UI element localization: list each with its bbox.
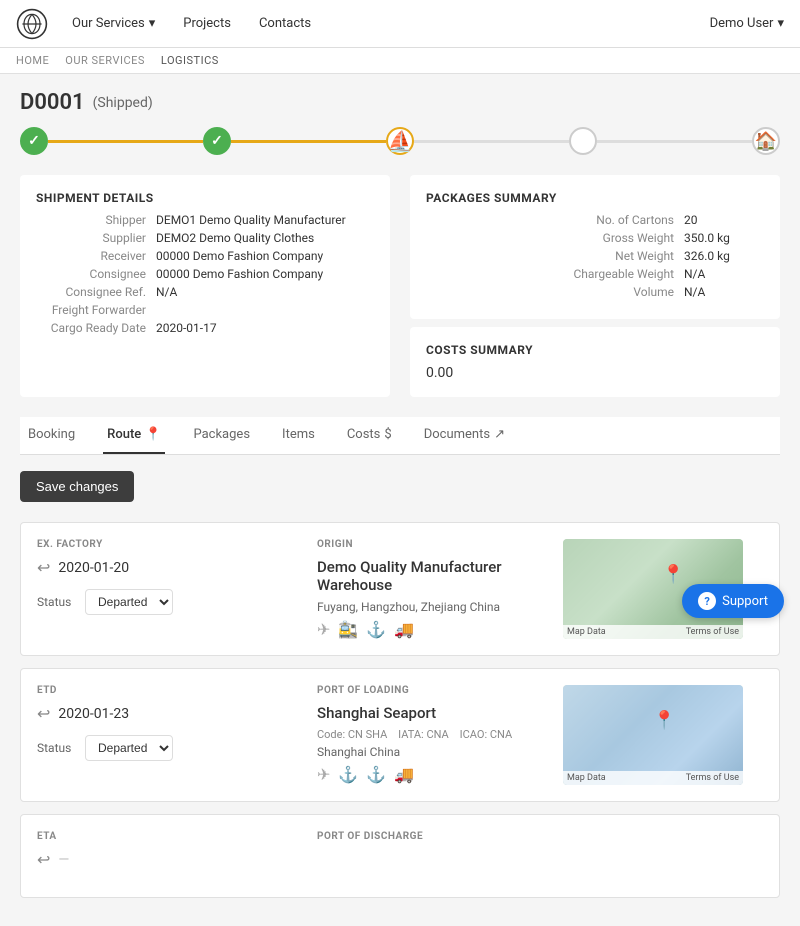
port-loading-map: 📍 Map Data Terms of Use <box>563 685 763 785</box>
shipment-details-panel: SHIPMENT DETAILS Shipper DEMO1 Demo Qual… <box>20 175 390 397</box>
port-of-discharge-middle: PORT OF DISCHARGE <box>297 831 563 881</box>
packages-title: PACKAGES SUMMARY <box>426 191 764 205</box>
progress-step-3 <box>569 127 597 155</box>
tab-items[interactable]: Items <box>278 417 319 454</box>
breadcrumb-our-services[interactable]: OUR SERVICES <box>65 54 145 67</box>
info-grid: SHIPMENT DETAILS Shipper DEMO1 Demo Qual… <box>20 175 780 401</box>
etd-status-select[interactable]: Departed Pending Arrived <box>85 735 173 761</box>
tabs: Booking Route 📍 Packages Items Costs $ D… <box>20 417 780 455</box>
checkmark-icon: ✓ <box>28 133 40 149</box>
right-panels: PACKAGES SUMMARY No. of Cartons 20 Gross… <box>410 175 780 401</box>
detail-consignee-ref: Consignee Ref. N/A <box>36 285 374 299</box>
support-button[interactable]: ? Support <box>682 584 784 618</box>
progress-track: ✓ ✓ ⛵ 🏠 <box>20 127 780 155</box>
chevron-down-icon: ▾ <box>777 16 784 31</box>
tab-packages[interactable]: Packages <box>189 417 254 454</box>
pkg-cartons: No. of Cartons 20 <box>596 213 764 227</box>
breadcrumb: HOME OUR SERVICES LOGISTICS <box>0 48 800 74</box>
eta-date-row: ↩ — <box>37 850 297 869</box>
eta-left: ETA ↩ — <box>37 831 297 881</box>
origin-transport-icons: ✈ 🚉 ⚓ 🚚 <box>317 620 563 639</box>
map-pin-icon: 📍 <box>662 564 684 585</box>
external-link-icon: ↗ <box>494 427 505 442</box>
pkg-net: Net Weight 326.0 kg <box>615 249 764 263</box>
breadcrumb-logistics[interactable]: LOGISTICS <box>161 54 219 67</box>
map-pin-icon-port: 📍 <box>653 710 675 731</box>
port-of-loading-middle: PORT OF LOADING Shanghai Seaport Code: C… <box>297 685 563 785</box>
anchor-icon: ⚓ <box>366 620 386 639</box>
home-icon: 🏠 <box>755 131 777 152</box>
nav-contacts[interactable]: Contacts <box>247 8 323 39</box>
progress-step-ship: ⛵ <box>386 127 414 155</box>
tab-documents[interactable]: Documents ↗ <box>420 417 509 454</box>
chevron-down-icon: ▾ <box>149 16 156 31</box>
app-logo <box>16 8 48 40</box>
costs-summary-panel: COSTS SUMMARY 0.00 <box>410 327 780 397</box>
tab-costs[interactable]: Costs $ <box>343 417 396 454</box>
breadcrumb-home[interactable]: HOME <box>16 54 49 67</box>
detail-supplier: Supplier DEMO2 Demo Quality Clothes <box>36 231 374 245</box>
shipment-title: D0001 (Shipped) <box>20 90 780 115</box>
ex-factory-status-row: Status Departed Pending Arrived <box>37 589 297 615</box>
tab-booking[interactable]: Booking <box>24 417 79 454</box>
packages-summary-panel: PACKAGES SUMMARY No. of Cartons 20 Gross… <box>410 175 780 319</box>
question-icon: ? <box>698 592 716 610</box>
route-pin-icon: 📍 <box>145 427 161 442</box>
port-transport-icons: ✈ ⚓ ⚓ 🚚 <box>317 765 563 784</box>
anchor2-icon-port: ⚓ <box>366 765 386 784</box>
dollar-icon: $ <box>384 427 391 442</box>
progress-step-home: 🏠 <box>752 127 780 155</box>
plane-icon: ✈ <box>317 620 330 639</box>
save-changes-button[interactable]: Save changes <box>20 471 134 502</box>
ex-factory-section: EX. FACTORY ↩ 2020-01-20 Status Departed… <box>20 522 780 656</box>
progress-line-1 <box>48 140 203 143</box>
ex-factory-date-row: ↩ 2020-01-20 <box>37 558 297 577</box>
nav-user[interactable]: Demo User ▾ <box>710 16 784 31</box>
detail-cargo-ready: Cargo Ready Date 2020-01-17 <box>36 321 374 335</box>
detail-shipper: Shipper DEMO1 Demo Quality Manufacturer <box>36 213 374 227</box>
calendar-icon-etd: ↩ <box>37 704 50 723</box>
origin-middle: ORIGIN Demo Quality Manufacturer Warehou… <box>297 539 563 639</box>
truck-icon: 🚚 <box>394 620 414 639</box>
main-content: D0001 (Shipped) ✓ ✓ ⛵ 🏠 SHIPMENT DETAILS… <box>0 74 800 926</box>
etd-left: ETD ↩ 2020-01-23 Status Departed Pending… <box>37 685 297 785</box>
shipment-details-title: SHIPMENT DETAILS <box>36 191 374 205</box>
etd-section: ETD ↩ 2020-01-23 Status Departed Pending… <box>20 668 780 802</box>
costs-value: 0.00 <box>426 365 764 381</box>
progress-line-3 <box>414 140 569 143</box>
progress-line-2 <box>231 140 386 143</box>
progress-step-2: ✓ <box>203 127 231 155</box>
truck-icon-port: 🚚 <box>394 765 414 784</box>
port-discharge-map <box>563 831 763 881</box>
ex-factory-status-select[interactable]: Departed Pending Arrived <box>85 589 173 615</box>
detail-receiver: Receiver 00000 Demo Fashion Company <box>36 249 374 263</box>
nav-projects[interactable]: Projects <box>171 8 243 39</box>
progress-step-1: ✓ <box>20 127 48 155</box>
ex-factory-left: EX. FACTORY ↩ 2020-01-20 Status Departed… <box>37 539 297 639</box>
anchor-icon-port: ⚓ <box>338 765 358 784</box>
eta-section: ETA ↩ — PORT OF DISCHARGE <box>20 814 780 898</box>
etd-status-row: Status Departed Pending Arrived <box>37 735 297 761</box>
detail-consignee: Consignee 00000 Demo Fashion Company <box>36 267 374 281</box>
pkg-volume: Volume N/A <box>633 285 764 299</box>
pkg-chargeable: Chargeable Weight N/A <box>573 267 764 281</box>
port-map-image: 📍 Map Data Terms of Use <box>563 685 743 785</box>
nav-links: Our Services ▾ Projects Contacts <box>60 8 710 39</box>
pkg-gross: Gross Weight 350.0 kg <box>603 231 764 245</box>
navbar: Our Services ▾ Projects Contacts Demo Us… <box>0 0 800 48</box>
calendar-icon-eta: ↩ <box>37 850 50 869</box>
nav-our-services[interactable]: Our Services ▾ <box>60 8 167 39</box>
plane-icon-port: ✈ <box>317 765 330 784</box>
checkmark-icon: ✓ <box>211 133 223 149</box>
costs-title: COSTS SUMMARY <box>426 343 764 357</box>
detail-freight: Freight Forwarder <box>36 303 374 317</box>
train-icon: 🚉 <box>338 620 358 639</box>
tab-route[interactable]: Route 📍 <box>103 417 165 454</box>
ship-icon: ⛵ <box>388 129 413 153</box>
calendar-icon: ↩ <box>37 558 50 577</box>
etd-date-row: ↩ 2020-01-23 <box>37 704 297 723</box>
progress-line-4 <box>597 140 752 143</box>
